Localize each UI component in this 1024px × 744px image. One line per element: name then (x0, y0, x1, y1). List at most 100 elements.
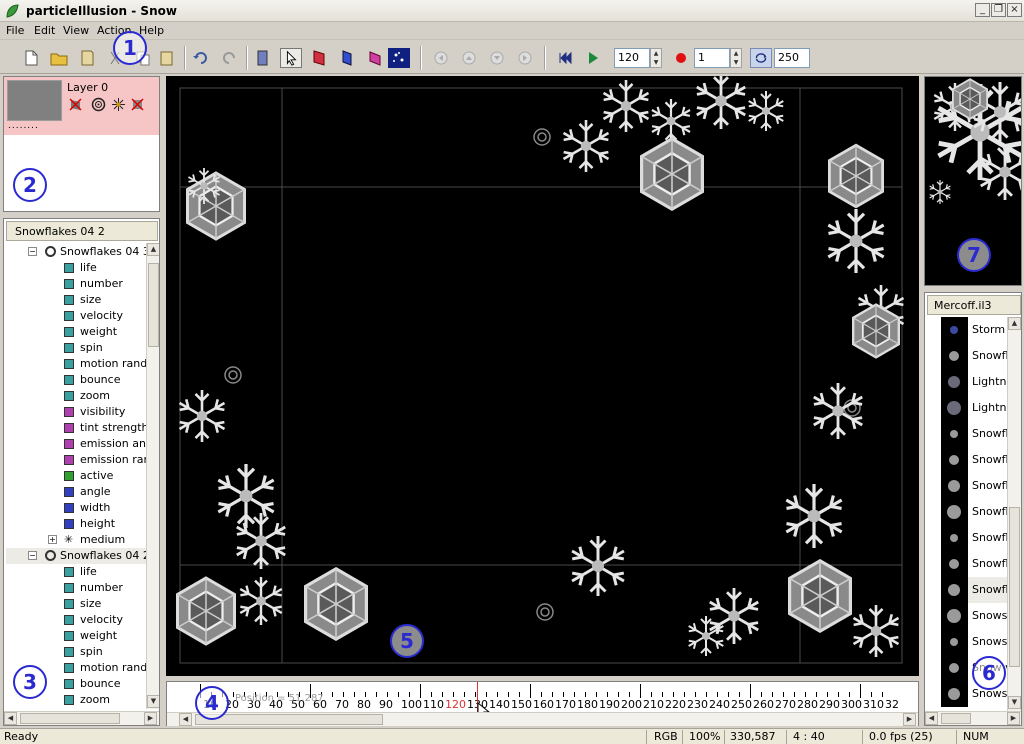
rewind-icon[interactable] (554, 48, 576, 68)
tree-row[interactable]: weight (6, 324, 149, 340)
scroll-right-arrow[interactable]: ▶ (144, 712, 157, 725)
particle-preview-icon[interactable] (388, 48, 410, 68)
tree-row[interactable]: width (6, 500, 149, 516)
library-item[interactable]: Storm (941, 317, 1007, 343)
tree-vertical-scrollbar[interactable]: ▲ ▼ (146, 243, 159, 709)
tree-row[interactable]: zoom (6, 388, 149, 404)
menu-view[interactable]: View (63, 24, 89, 37)
tree-row[interactable]: − Snowflakes 04 2 (6, 548, 149, 564)
emitter-off-icon[interactable] (68, 97, 83, 112)
end-frame-input[interactable]: 250 (774, 48, 810, 68)
emitter-tool-icon[interactable] (308, 48, 330, 68)
library-item[interactable]: Snowfla (941, 577, 1007, 603)
timeline-panel[interactable]: 1020304050607080901001101201301401501601… (166, 681, 919, 726)
menu-edit[interactable]: Edit (34, 24, 55, 37)
scroll-thumb[interactable] (1009, 507, 1020, 667)
scroll-left-arrow[interactable]: ◀ (925, 712, 938, 725)
layer-row[interactable]: Layer 0 ........ (4, 77, 159, 135)
move-left-icon[interactable] (430, 48, 452, 68)
tree-row[interactable]: size (6, 596, 149, 612)
start-frame-input[interactable]: 120 (614, 48, 650, 68)
scroll-left-arrow[interactable]: ◀ (4, 712, 17, 725)
library-item[interactable]: Snowst (941, 629, 1007, 655)
expand-icon[interactable]: + (48, 535, 57, 544)
close-button[interactable]: × (1007, 3, 1022, 17)
paste-icon[interactable] (156, 48, 178, 68)
tree-row[interactable]: life (6, 260, 149, 276)
pointer-tool-icon[interactable] (280, 48, 302, 68)
loop-icon[interactable] (750, 48, 772, 68)
tree-row[interactable]: angle (6, 484, 149, 500)
record-icon[interactable] (670, 48, 692, 68)
tree-row[interactable]: − Snowflakes 04 3 (6, 244, 149, 260)
blocker-tool-icon[interactable] (364, 48, 386, 68)
timeline-scrollbar[interactable]: ◀ ▶ (167, 712, 918, 726)
tree-horizontal-scrollbar[interactable]: ◀ ▶ (4, 711, 159, 725)
tree-row[interactable]: size (6, 292, 149, 308)
record-value-stepper[interactable]: ▲ ▼ (730, 48, 742, 68)
stage-canvas[interactable] (166, 71, 919, 676)
library-item[interactable]: Snowfla (941, 551, 1007, 577)
tree-row[interactable]: bounce (6, 372, 149, 388)
library-item[interactable]: Snowst (941, 603, 1007, 629)
scroll-thumb[interactable] (20, 713, 120, 724)
menu-help[interactable]: Help (139, 24, 164, 37)
library-item[interactable]: Snowfla (941, 421, 1007, 447)
tree-row[interactable]: emission range (6, 452, 149, 468)
tree-row[interactable]: height (6, 516, 149, 532)
record-value-input[interactable]: 1 (694, 48, 730, 68)
tree-row[interactable]: + ✳ medium (6, 532, 149, 548)
tree-row[interactable]: life (6, 564, 149, 580)
start-frame-stepper[interactable]: ▲ ▼ (650, 48, 662, 68)
library-item[interactable]: Lightnin (941, 369, 1007, 395)
play-icon[interactable] (582, 48, 604, 68)
new-file-icon[interactable] (20, 48, 42, 68)
scroll-right-arrow[interactable]: ▶ (903, 713, 916, 726)
scroll-thumb[interactable] (941, 713, 971, 724)
library-item[interactable]: Snowfla (941, 473, 1007, 499)
tree-row[interactable]: emission angle (6, 436, 149, 452)
menu-file[interactable]: File (6, 24, 24, 37)
scroll-up-arrow[interactable]: ▲ (1008, 317, 1021, 330)
library-item[interactable]: Snowfla (941, 343, 1007, 369)
tree-row[interactable]: weight (6, 628, 149, 644)
tree-row[interactable]: tint strength (6, 420, 149, 436)
save-icon[interactable] (76, 48, 98, 68)
scroll-thumb[interactable] (148, 263, 159, 347)
collapse-icon[interactable]: − (28, 551, 37, 560)
tree-row[interactable]: number (6, 276, 149, 292)
library-item[interactable]: Lightnin (941, 395, 1007, 421)
scroll-right-arrow[interactable]: ▶ (1007, 712, 1020, 725)
redo-icon[interactable] (218, 48, 240, 68)
library-item[interactable]: Snowfla (941, 447, 1007, 473)
move-right-icon[interactable] (514, 48, 536, 68)
tree-row[interactable]: spin (6, 340, 149, 356)
tree-row[interactable]: active (6, 468, 149, 484)
target-icon[interactable] (91, 97, 106, 112)
scroll-left-arrow[interactable]: ◀ (179, 713, 192, 726)
move-up-icon[interactable] (458, 48, 480, 68)
library-item[interactable]: Snowfla (941, 499, 1007, 525)
move-down-icon[interactable] (486, 48, 508, 68)
tree-row[interactable]: motion rand. (6, 356, 149, 372)
tree-row[interactable]: number (6, 580, 149, 596)
deflector-tool-icon[interactable] (336, 48, 358, 68)
scroll-down-arrow[interactable]: ▼ (1008, 696, 1021, 709)
restore-button[interactable]: ❐ (991, 3, 1006, 17)
stage-icon[interactable] (252, 48, 274, 68)
library-vertical-scrollbar[interactable]: ▲ ▼ (1007, 317, 1021, 711)
undo-icon[interactable] (190, 48, 212, 68)
tree-row[interactable]: velocity (6, 612, 149, 628)
scroll-down-arrow[interactable]: ▼ (147, 695, 159, 708)
library-horizontal-scrollbar[interactable]: ◀ ▶ (925, 711, 1021, 725)
collapse-icon[interactable]: − (28, 247, 37, 256)
tree-row[interactable]: visibility (6, 404, 149, 420)
scroll-up-arrow[interactable]: ▲ (147, 243, 159, 256)
tree-row[interactable]: spin (6, 644, 149, 660)
open-folder-icon[interactable] (48, 48, 70, 68)
library-item[interactable]: Snowfla (941, 525, 1007, 551)
deflector-off-icon[interactable] (130, 97, 145, 112)
tree-row[interactable]: velocity (6, 308, 149, 324)
minimize-button[interactable]: _ (975, 3, 990, 17)
sparkle-icon[interactable] (111, 97, 126, 112)
